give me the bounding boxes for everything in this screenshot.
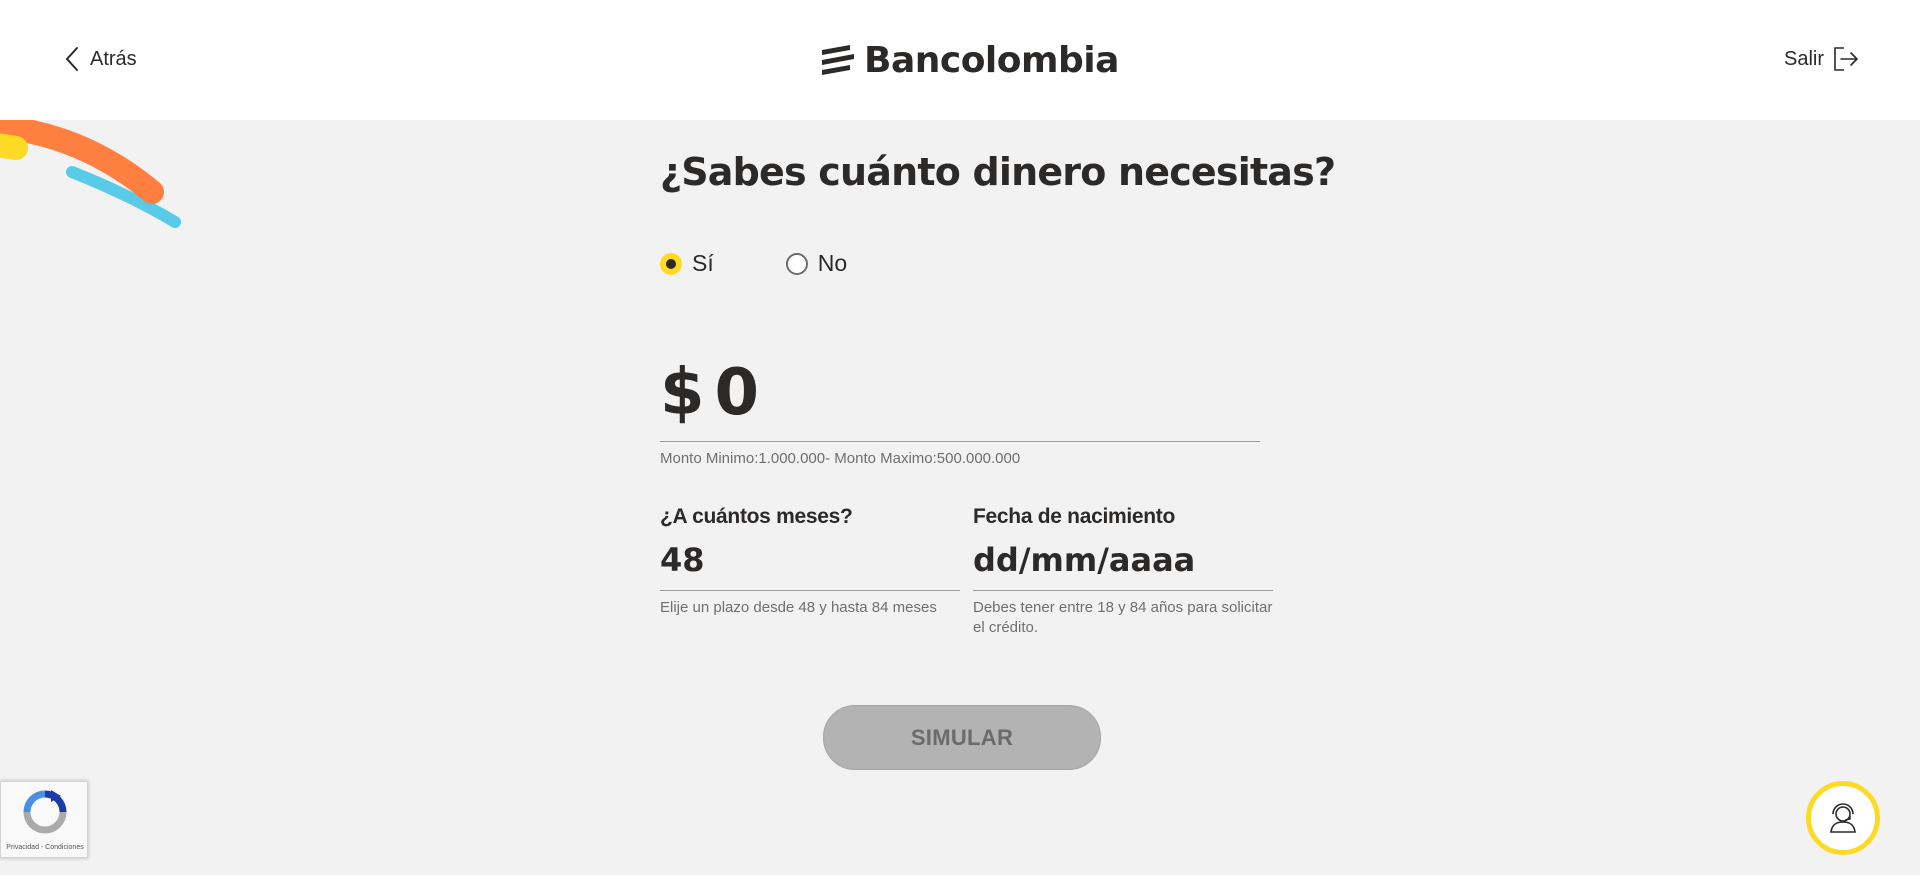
recaptcha-footer[interactable]: Privacidad - Condiciones <box>1 844 89 851</box>
logout-icon <box>1834 47 1858 71</box>
radio-no[interactable]: No <box>785 250 848 277</box>
months-field: ¿A cuántos meses? 48 Elije un plazo desd… <box>660 505 960 618</box>
amount-input[interactable]: $ 0 <box>660 345 1260 442</box>
months-label: ¿A cuántos meses? <box>660 505 853 528</box>
help-chat-button[interactable] <box>1806 781 1880 855</box>
amount-currency-symbol: $ <box>660 356 705 430</box>
know-amount-radio-group: Sí No <box>660 250 847 277</box>
back-link[interactable]: Atrás <box>64 44 137 74</box>
radio-no-circle[interactable] <box>785 252 808 275</box>
birthdate-input[interactable]: dd/mm/aaaa <box>973 541 1273 591</box>
exit-link[interactable]: Salir <box>1784 44 1860 74</box>
top-header: Atrás Bancolombia Salir <box>0 0 1920 120</box>
radio-yes-label: Sí <box>692 250 714 276</box>
radio-no-label: No <box>817 250 848 276</box>
back-label: Atrás <box>90 47 137 70</box>
birthdate-label: Fecha de nacimiento <box>973 505 1176 528</box>
amount-hint: Monto Minimo:1.000.000- Monto Maximo:500… <box>660 450 1021 467</box>
recaptcha-badge[interactable]: Privacidad - Condiciones <box>0 781 88 858</box>
months-hint: Elije un plazo desde 48 y hasta 84 meses <box>660 599 937 616</box>
bancolombia-logo-icon <box>822 45 854 75</box>
birthdate-field: Fecha de nacimiento dd/mm/aaaa Debes ten… <box>973 505 1273 638</box>
recaptcha-logo-icon <box>23 790 67 834</box>
chevron-left-icon <box>65 47 78 71</box>
support-agent-icon <box>1830 803 1856 833</box>
brand-logo: Bancolombia <box>820 38 1119 82</box>
exit-label: Salir <box>1783 47 1824 70</box>
amount-value[interactable]: 0 <box>715 356 760 430</box>
radio-yes[interactable]: Sí <box>660 250 714 277</box>
birthdate-hint: Debes tener entre 18 y 84 años para soli… <box>973 599 1273 636</box>
page-title: ¿Sabes cuánto dinero necesitas? <box>660 150 1336 194</box>
radio-yes-circle[interactable] <box>660 252 682 275</box>
brand-name: Bancolombia <box>864 39 1119 81</box>
simulate-button[interactable]: SIMULAR <box>823 705 1101 770</box>
decorative-arc <box>0 120 181 228</box>
months-input[interactable]: 48 <box>660 541 960 591</box>
